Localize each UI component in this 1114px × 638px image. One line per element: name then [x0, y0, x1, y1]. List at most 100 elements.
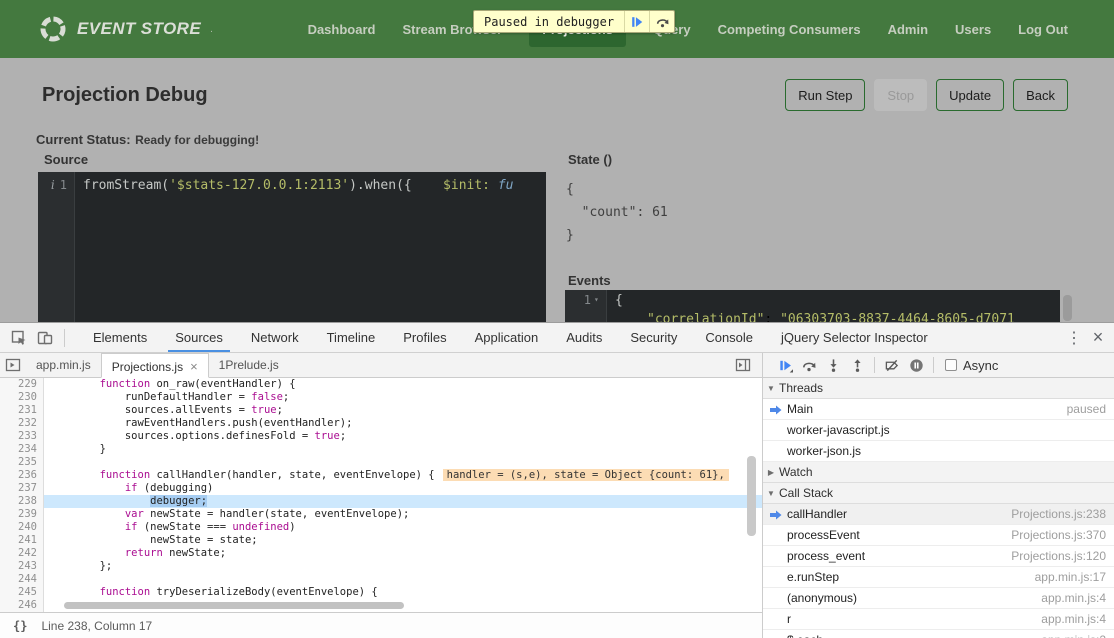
line-number[interactable]: 239 — [0, 508, 44, 521]
line-number[interactable]: 233 — [0, 430, 44, 443]
devtools-tab-timeline[interactable]: Timeline — [320, 323, 383, 352]
thread-row-worker-json-js[interactable]: worker-json.js — [763, 441, 1114, 462]
line-number[interactable]: 243 — [0, 560, 44, 573]
source-editor[interactable]: i 1 fromStream('$stats-127.0.0.1:2113').… — [38, 172, 546, 322]
line-number[interactable]: 245 — [0, 586, 44, 599]
threads-section-header-title: Threads — [779, 381, 823, 395]
line-number[interactable]: 242 — [0, 547, 44, 560]
frame-function-name: r — [787, 612, 791, 626]
line-number[interactable]: 232 — [0, 417, 44, 430]
step-out-button[interactable] — [845, 354, 869, 376]
source-line-number: 1 — [60, 178, 67, 192]
devtools-tab-network[interactable]: Network — [244, 323, 306, 352]
devtools-tab-security[interactable]: Security — [623, 323, 684, 352]
devtools-tab-jquery-selector-inspector[interactable]: jQuery Selector Inspector — [774, 323, 935, 352]
eventstore-brand[interactable]: EVENT STORE . — [38, 14, 213, 44]
pause-on-exceptions-button[interactable] — [904, 354, 928, 376]
page-title: Projection Debug — [42, 84, 208, 107]
line-number[interactable]: 236 — [0, 469, 44, 482]
code-editor[interactable]: 229 function on_raw(eventHandler) {230 r… — [0, 378, 762, 612]
inline-value-annotation: handler = (s,e), state = Object {count: … — [443, 469, 729, 481]
banner-resume-button[interactable] — [624, 11, 649, 32]
file-tab-label: Projections.js — [112, 360, 183, 374]
line-number[interactable]: 244 — [0, 573, 44, 586]
file-tab-1prelude-js[interactable]: 1Prelude.js — [209, 353, 289, 378]
code-token: callHandler(handler, state, eventEnvelop… — [150, 469, 434, 481]
call-stack-frame-e-runstep[interactable]: e.runStepapp.min.js:17 — [763, 567, 1114, 588]
fold-arrow-icon[interactable]: ▾ — [594, 295, 599, 304]
step-into-button[interactable] — [821, 354, 845, 376]
current-status: Current Status: Ready for debugging! — [36, 131, 259, 149]
nav-item-users[interactable]: Users — [955, 22, 991, 37]
call-stack-frame--each[interactable]: $.eachapp.min.js:2 — [763, 630, 1114, 638]
nav-item-competing-consumers[interactable]: Competing Consumers — [718, 22, 861, 37]
devtools-tab-application[interactable]: Application — [468, 323, 546, 352]
devtools-tab-sources[interactable]: Sources — [168, 323, 230, 352]
watch-section-header[interactable]: ▶Watch — [763, 462, 1114, 483]
code-rows: 229 function on_raw(eventHandler) {230 r… — [0, 378, 762, 612]
resume-script-button[interactable] — [773, 354, 797, 376]
thread-name: worker-javascript.js — [787, 423, 890, 437]
drawer-toggle-button[interactable] — [730, 351, 756, 379]
deactivate-breakpoints-button[interactable] — [880, 354, 904, 376]
code-token — [49, 469, 100, 481]
call-stack-frame-process-event[interactable]: process_eventProjections.js:120 — [763, 546, 1114, 567]
pretty-print-button[interactable]: {} — [13, 619, 27, 633]
devtools-menu-button[interactable]: ⋮ — [1062, 328, 1086, 348]
code-token: ; — [277, 404, 283, 416]
line-number[interactable]: 237 — [0, 482, 44, 495]
step-over-button[interactable] — [797, 354, 821, 376]
line-number[interactable]: 231 — [0, 404, 44, 417]
events-editor[interactable]: 1 ▾ { "correlationId": "06303703-8837-44… — [565, 290, 1060, 322]
line-number[interactable]: 235 — [0, 456, 44, 469]
line-number[interactable]: 230 — [0, 391, 44, 404]
navigator-toggle-button[interactable] — [0, 351, 26, 379]
nav-item-admin[interactable]: Admin — [888, 22, 928, 37]
line-number[interactable]: 241 — [0, 534, 44, 547]
back-button[interactable]: Back — [1013, 79, 1068, 111]
run-step-button[interactable]: Run Step — [785, 79, 865, 111]
code-vertical-scrollbar[interactable] — [747, 456, 756, 536]
nav-item-dashboard[interactable]: Dashboard — [308, 22, 376, 37]
devtools: Elements Sources Network Timeline Profiles Ap… — [0, 322, 1114, 638]
line-number[interactable]: 238 — [0, 495, 44, 508]
devtools-tab-audits[interactable]: Audits — [559, 323, 609, 352]
thread-row-worker-javascript-js[interactable]: worker-javascript.js — [763, 420, 1114, 441]
triangle-expanded-icon: ▼ — [763, 384, 779, 393]
file-tab-app-min-js[interactable]: app.min.js — [26, 353, 101, 378]
thread-row-main[interactable]: Mainpaused — [763, 399, 1114, 420]
call-stack-section-header[interactable]: ▼Call Stack — [763, 483, 1114, 504]
devtools-tab-profiles[interactable]: Profiles — [396, 323, 453, 352]
code-horizontal-scrollbar[interactable] — [64, 602, 404, 609]
async-checkbox-wrap[interactable]: Async — [945, 358, 998, 373]
async-checkbox[interactable] — [945, 359, 957, 371]
code-line-231: 231 sources.allEvents = true; — [0, 404, 762, 417]
devtools-tab-console[interactable]: Console — [698, 323, 760, 352]
nav-item-log-out[interactable]: Log Out — [1018, 22, 1068, 37]
frame-location: app.min.js:17 — [1035, 570, 1106, 584]
devtools-tab-elements[interactable]: Elements — [86, 323, 154, 352]
step-over-icon — [655, 15, 670, 29]
line-number[interactable]: 246 — [0, 599, 44, 612]
current-status-value: Ready for debugging! — [135, 133, 259, 147]
file-tab-projections-js[interactable]: Projections.js × — [101, 353, 209, 378]
update-button[interactable]: Update — [936, 79, 1004, 111]
threads-section-header[interactable]: ▼Threads — [763, 378, 1114, 399]
code-line-244: 244 — [0, 573, 762, 586]
events-scrollbar[interactable] — [1063, 295, 1072, 321]
call-stack-frame--anonymous-[interactable]: (anonymous)app.min.js:4 — [763, 588, 1114, 609]
inspect-element-button[interactable] — [6, 324, 32, 352]
line-number[interactable]: 240 — [0, 521, 44, 534]
banner-step-over-button[interactable] — [649, 11, 674, 32]
devtools-close-button[interactable]: × — [1086, 327, 1110, 348]
device-toolbar-button[interactable] — [32, 324, 58, 352]
eventstore-logo-icon — [34, 10, 72, 48]
line-number[interactable]: 234 — [0, 443, 44, 456]
close-tab-icon[interactable]: × — [190, 359, 198, 374]
call-stack-frame-processevent[interactable]: processEventProjections.js:370 — [763, 525, 1114, 546]
code-token — [49, 482, 125, 494]
call-stack-frame-callhandler[interactable]: callHandlerProjections.js:238 — [763, 504, 1114, 525]
line-number[interactable]: 229 — [0, 378, 44, 391]
code-line-232: 232 rawEventHandlers.push(eventHandler); — [0, 417, 762, 430]
call-stack-frame-r[interactable]: rapp.min.js:4 — [763, 609, 1114, 630]
